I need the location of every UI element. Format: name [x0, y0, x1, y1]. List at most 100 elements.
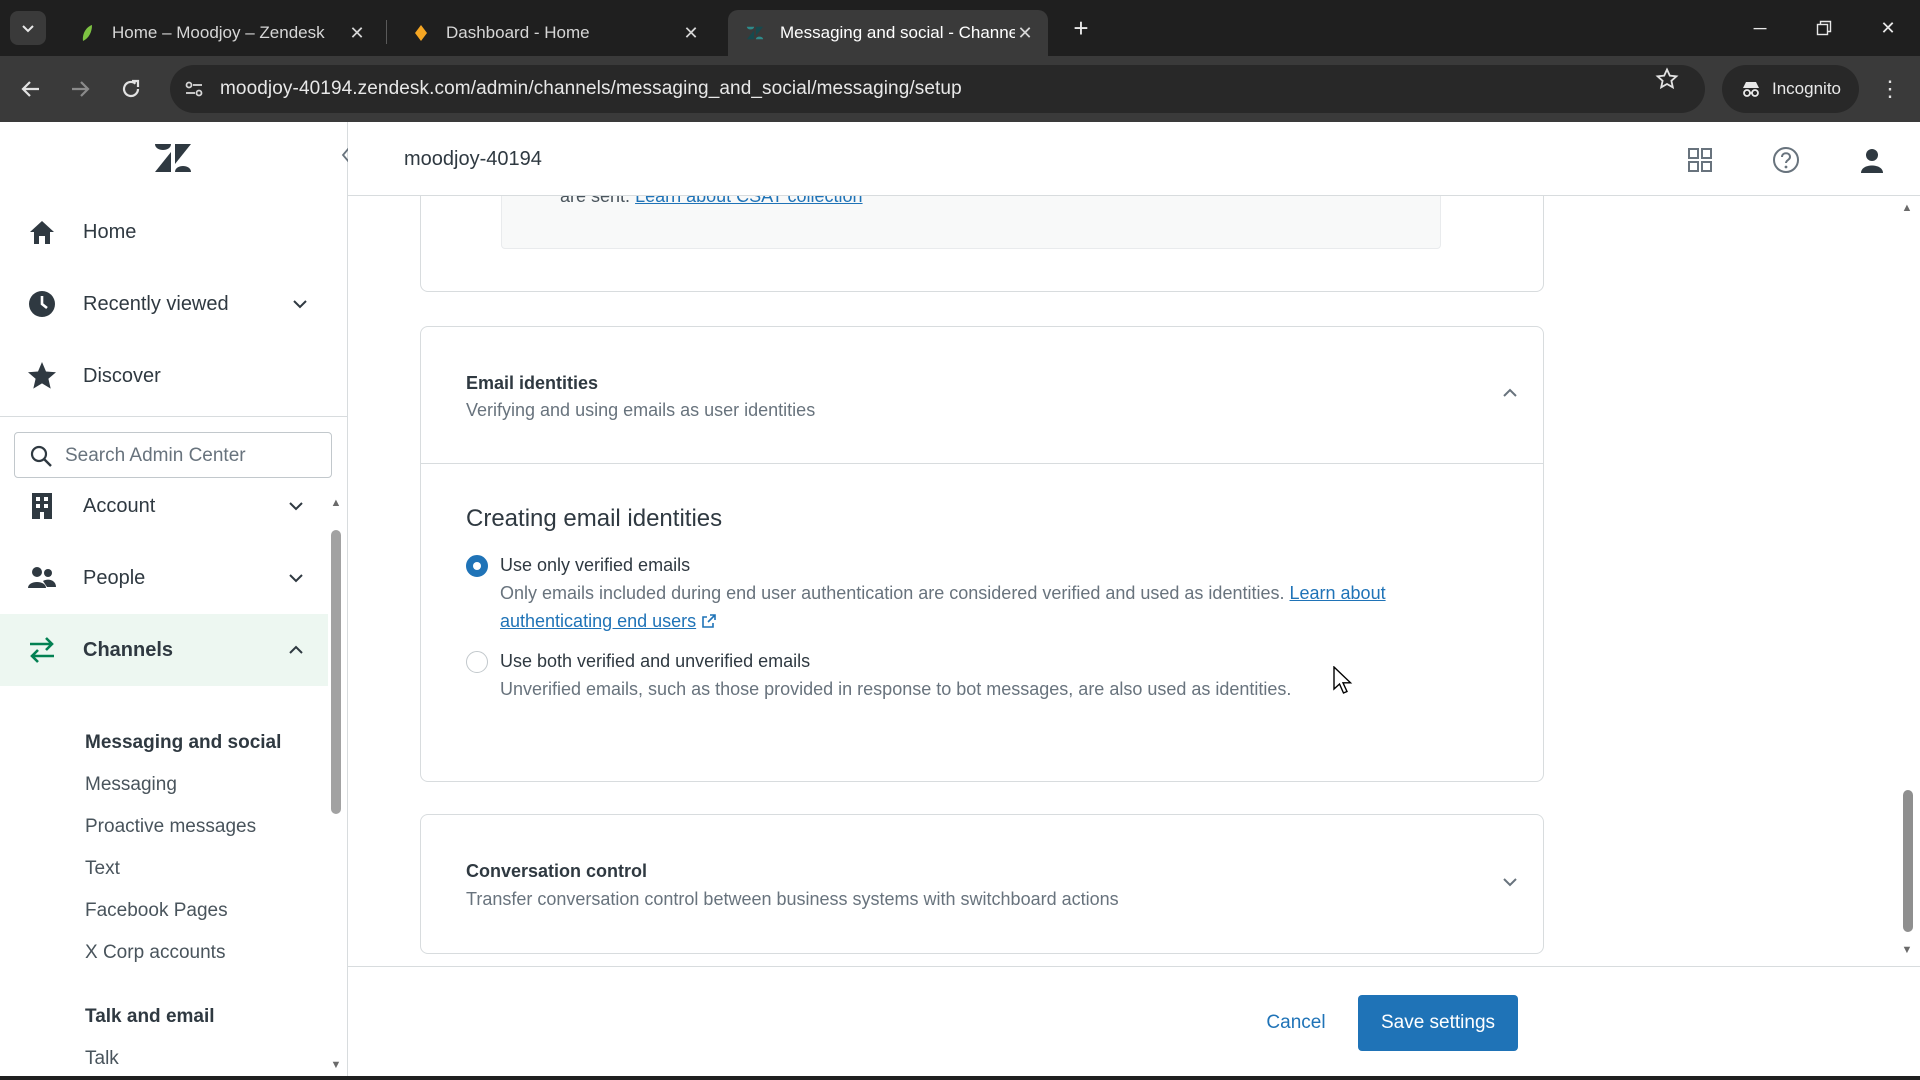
nav-item-label: Discover: [83, 364, 161, 387]
nav-item-recently-viewed[interactable]: Recently viewed: [0, 268, 348, 340]
search-icon: [29, 444, 53, 468]
restore-icon[interactable]: [1804, 10, 1844, 46]
incognito-icon: [1743, 82, 1759, 97]
sidebar-scroll-down-icon[interactable]: ▼: [330, 1060, 342, 1071]
chevron-down-icon[interactable]: [1499, 871, 1521, 893]
browser-tab-dashboard[interactable]: Dashboard - Home ✕: [394, 10, 714, 56]
bookmark-star-icon[interactable]: [1654, 67, 1680, 93]
subnav-item-facebook-pages[interactable]: Facebook Pages: [85, 900, 228, 922]
settings-footer: Cancel Save settings: [348, 966, 1920, 1080]
nav-item-account[interactable]: Account: [0, 470, 348, 542]
creating-email-identities-heading: Creating email identities: [466, 505, 723, 532]
subnav-item-x-corp-accounts[interactable]: X Corp accounts: [85, 942, 225, 964]
sidebar-scrollbar[interactable]: [331, 530, 341, 814]
forward-icon[interactable]: [63, 72, 97, 106]
url-text: moodjoy-40194.zendesk.com/admin/channels…: [220, 78, 962, 99]
tab-search-button[interactable]: [10, 11, 46, 45]
nav-item-home[interactable]: Home: [0, 196, 348, 268]
cancel-button[interactable]: Cancel: [1248, 995, 1344, 1051]
subnav-item-messaging[interactable]: Messaging: [85, 774, 177, 796]
email-identities-card: Email identities Verifying and using ema…: [420, 326, 1544, 782]
people-icon: [26, 562, 58, 594]
zendesk-leaf-icon: [78, 24, 96, 42]
main-content: are sent. Learn about CSAT collection Em…: [348, 196, 1908, 966]
option1-hint-text: Only emails included during end user aut…: [500, 583, 1285, 603]
chevron-down-icon: [286, 568, 306, 588]
nav-item-label: Recently viewed: [83, 292, 229, 315]
nav-item-label: Account: [83, 494, 156, 517]
top-header: moodjoy-40194: [348, 122, 1920, 196]
reload-icon[interactable]: [114, 72, 148, 106]
user-avatar-icon[interactable]: [1858, 146, 1886, 174]
building-icon: [26, 490, 58, 522]
close-icon[interactable]: ✕: [680, 22, 702, 44]
chevron-down-icon: [286, 496, 306, 516]
zendesk-logo-icon[interactable]: [153, 142, 193, 178]
browser-tab-bar: Home – Moodjoy – Zendesk ✕ Dashboard - H…: [0, 0, 1920, 56]
close-icon[interactable]: ✕: [346, 22, 368, 44]
search-input[interactable]: [65, 442, 315, 470]
minimize-icon[interactable]: ─: [1740, 10, 1780, 46]
email-identities-subtitle: Verifying and using emails as user ident…: [466, 400, 816, 420]
arrows-icon: [26, 634, 58, 666]
previous-settings-card: are sent. Learn about CSAT collection: [420, 196, 1544, 292]
csat-learn-more-link[interactable]: Learn about CSAT collection: [635, 196, 862, 206]
star-icon: [26, 360, 58, 392]
sidebar-scroll-up-icon[interactable]: ▲: [330, 498, 342, 509]
subnav-heading-messaging-and-social[interactable]: Messaging and social: [85, 732, 281, 754]
tab-title: Dashboard - Home: [446, 23, 590, 42]
main-scroll-up-icon[interactable]: ▲: [1900, 202, 1914, 214]
option2-hint-text: Unverified emails, such as those provide…: [500, 679, 1292, 699]
subnav-item-text[interactable]: Text: [85, 858, 120, 880]
admin-sidebar: Home Recently viewed Discover Account: [0, 122, 350, 1080]
home-icon: [26, 216, 58, 248]
new-tab-button[interactable]: +: [1064, 12, 1098, 46]
cut-text: are sent.: [560, 196, 631, 206]
chevron-up-icon: [286, 640, 306, 660]
option1-hint: Only emails included during end user aut…: [500, 579, 1480, 635]
previous-card-info-box: are sent. Learn about CSAT collection: [501, 196, 1441, 249]
account-name: moodjoy-40194: [404, 148, 542, 170]
back-icon[interactable]: [14, 72, 48, 106]
url-bar[interactable]: moodjoy-40194.zendesk.com/admin/channels…: [170, 65, 1705, 113]
site-settings-icon[interactable]: [182, 77, 206, 101]
conversation-control-card[interactable]: Conversation control Transfer conversati…: [420, 814, 1544, 954]
dashboard-icon: [412, 24, 430, 42]
products-grid-icon[interactable]: [1686, 146, 1714, 174]
incognito-label: Incognito: [1772, 79, 1841, 98]
subnav-item-talk[interactable]: Talk: [85, 1048, 119, 1070]
nav-item-label: Home: [83, 220, 137, 243]
window-close-icon[interactable]: ✕: [1868, 10, 1908, 46]
browser-tab-home[interactable]: Home – Moodjoy – Zendesk ✕: [60, 10, 380, 56]
nav-item-channels[interactable]: Channels: [0, 614, 328, 686]
email-identities-header[interactable]: Email identities Verifying and using ema…: [421, 327, 1543, 463]
conversation-control-title: Conversation control: [466, 861, 648, 881]
previous-card-cut-text: are sent. Learn about CSAT collection: [560, 196, 863, 207]
nav-item-people[interactable]: People: [0, 542, 348, 614]
clock-icon: [26, 288, 58, 320]
chevron-up-icon[interactable]: [1499, 382, 1521, 404]
radio-use-only-verified[interactable]: [466, 555, 488, 577]
nav-item-label: People: [83, 566, 146, 589]
bottom-edge: [0, 1076, 1920, 1080]
tab-separator: [386, 20, 387, 44]
help-icon[interactable]: [1772, 146, 1800, 174]
save-settings-button[interactable]: Save settings: [1358, 995, 1518, 1051]
incognito-badge[interactable]: Incognito: [1722, 65, 1859, 113]
main-scroll-down-icon[interactable]: ▼: [1900, 944, 1914, 956]
browser-address-bar: moodjoy-40194.zendesk.com/admin/channels…: [0, 56, 1920, 122]
close-icon[interactable]: ✕: [1014, 22, 1036, 44]
nav-item-discover[interactable]: Discover: [0, 340, 348, 412]
radio-label-use-only-verified[interactable]: Use only verified emails: [500, 555, 690, 576]
chevron-down-icon: [22, 25, 34, 33]
more-vert-icon[interactable]: ⋮: [1878, 72, 1902, 106]
mouse-cursor-icon: [1333, 665, 1353, 696]
main-scrollbar[interactable]: [1903, 790, 1913, 932]
subnav-heading-talk-and-email[interactable]: Talk and email: [85, 1006, 215, 1028]
zendesk-icon: [746, 24, 764, 42]
external-link-icon: [702, 614, 716, 628]
radio-label-use-verified-and-unverified[interactable]: Use both verified and unverified emails: [500, 651, 810, 672]
radio-use-verified-and-unverified[interactable]: [466, 651, 488, 673]
subnav-item-proactive-messages[interactable]: Proactive messages: [85, 816, 256, 838]
browser-tab-messaging[interactable]: Messaging and social - Channe ✕: [728, 10, 1048, 56]
